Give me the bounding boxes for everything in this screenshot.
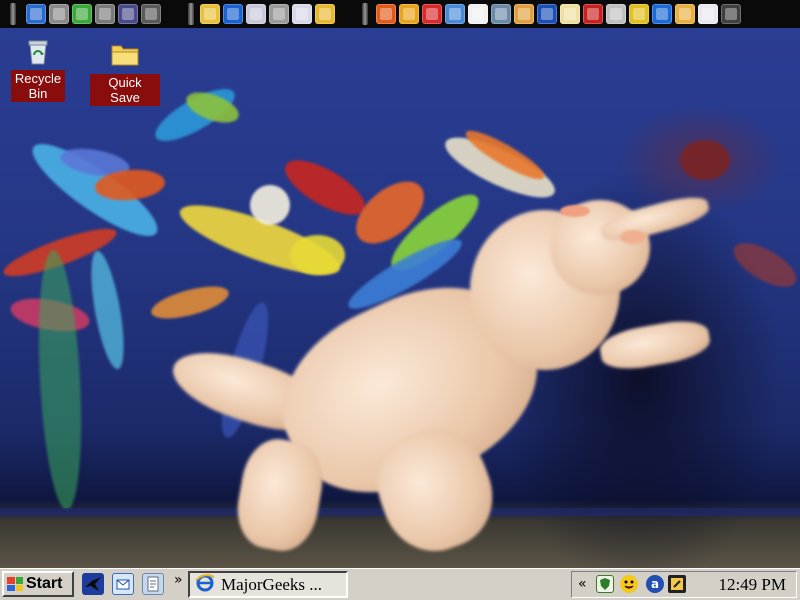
- notes-tray-icon[interactable]: [668, 575, 686, 593]
- clock[interactable]: 12:49 PM: [718, 575, 786, 595]
- aol-icon[interactable]: [537, 4, 557, 24]
- screen-icon[interactable]: [26, 4, 46, 24]
- monitor-icon[interactable]: [491, 4, 511, 24]
- mail-icon[interactable]: [246, 4, 266, 24]
- remove-icon[interactable]: [698, 4, 718, 24]
- wrench-icon[interactable]: [95, 4, 115, 24]
- toolbar-grip[interactable]: [188, 3, 194, 25]
- grid-icon[interactable]: [629, 4, 649, 24]
- gear-icon[interactable]: [445, 4, 465, 24]
- desktop-icon-quick-save[interactable]: Quick Save: [90, 40, 160, 107]
- internet-explorer-icon: [194, 571, 216, 598]
- recycle-bin-icon: [22, 36, 54, 68]
- toolbar-grip[interactable]: [10, 3, 16, 25]
- tools2-icon[interactable]: [606, 4, 626, 24]
- chart-icon[interactable]: [118, 4, 138, 24]
- document-icon[interactable]: [142, 573, 164, 595]
- quick-launch-toolbar: [0, 0, 800, 28]
- acrobat-icon[interactable]: [583, 4, 603, 24]
- security-shield-icon[interactable]: [596, 575, 614, 593]
- tools-icon[interactable]: [269, 4, 289, 24]
- start-label: Start: [26, 575, 63, 592]
- smiley-messenger-icon[interactable]: [620, 575, 638, 593]
- toolbar-grip[interactable]: [362, 3, 368, 25]
- internet-explorer-icon[interactable]: [223, 4, 243, 24]
- outlook-icon[interactable]: [112, 573, 134, 595]
- quick-launch-overflow-chevron[interactable]: »: [174, 572, 183, 588]
- refresh-icon[interactable]: [376, 4, 396, 24]
- frog-icon[interactable]: [72, 4, 92, 24]
- taskbar: Start » MajorGeeks ... « a 12:49 PM: [0, 568, 800, 600]
- desktop-icon-recycle-bin[interactable]: Recycle Bin: [8, 36, 68, 103]
- windows-logo-icon: [7, 577, 23, 591]
- alarm-icon[interactable]: [399, 4, 419, 24]
- desktop-wallpaper: Recycle Bin Quick Save: [0, 0, 800, 568]
- folder-icon[interactable]: [200, 4, 220, 24]
- tray-expand-chevron[interactable]: «: [578, 576, 587, 592]
- maze-icon[interactable]: [514, 4, 534, 24]
- system-tray: « a 12:49 PM: [571, 571, 797, 598]
- notepad-icon[interactable]: [315, 4, 335, 24]
- block-icon[interactable]: [422, 4, 442, 24]
- calendar-icon[interactable]: [468, 4, 488, 24]
- taskbar-button-label: MajorGeeks ...: [221, 574, 323, 594]
- pencil-icon[interactable]: [49, 4, 69, 24]
- aol-tray-icon[interactable]: a: [646, 575, 664, 593]
- folder-icon: [109, 40, 141, 72]
- browser-icon[interactable]: [652, 4, 672, 24]
- taskbar-button-majorgeeks[interactable]: MajorGeeks ...: [188, 571, 348, 598]
- desktop-icon-label: Quick Save: [90, 74, 160, 106]
- help-icon[interactable]: [721, 4, 741, 24]
- shield-icon[interactable]: [560, 4, 580, 24]
- bird-icon[interactable]: [82, 573, 104, 595]
- start-button[interactable]: Start: [2, 571, 74, 597]
- plugin-icon[interactable]: [675, 4, 695, 24]
- desktop-icon-label: Recycle Bin: [11, 70, 65, 102]
- hat-icon[interactable]: [141, 4, 161, 24]
- cloud-icon[interactable]: [292, 4, 312, 24]
